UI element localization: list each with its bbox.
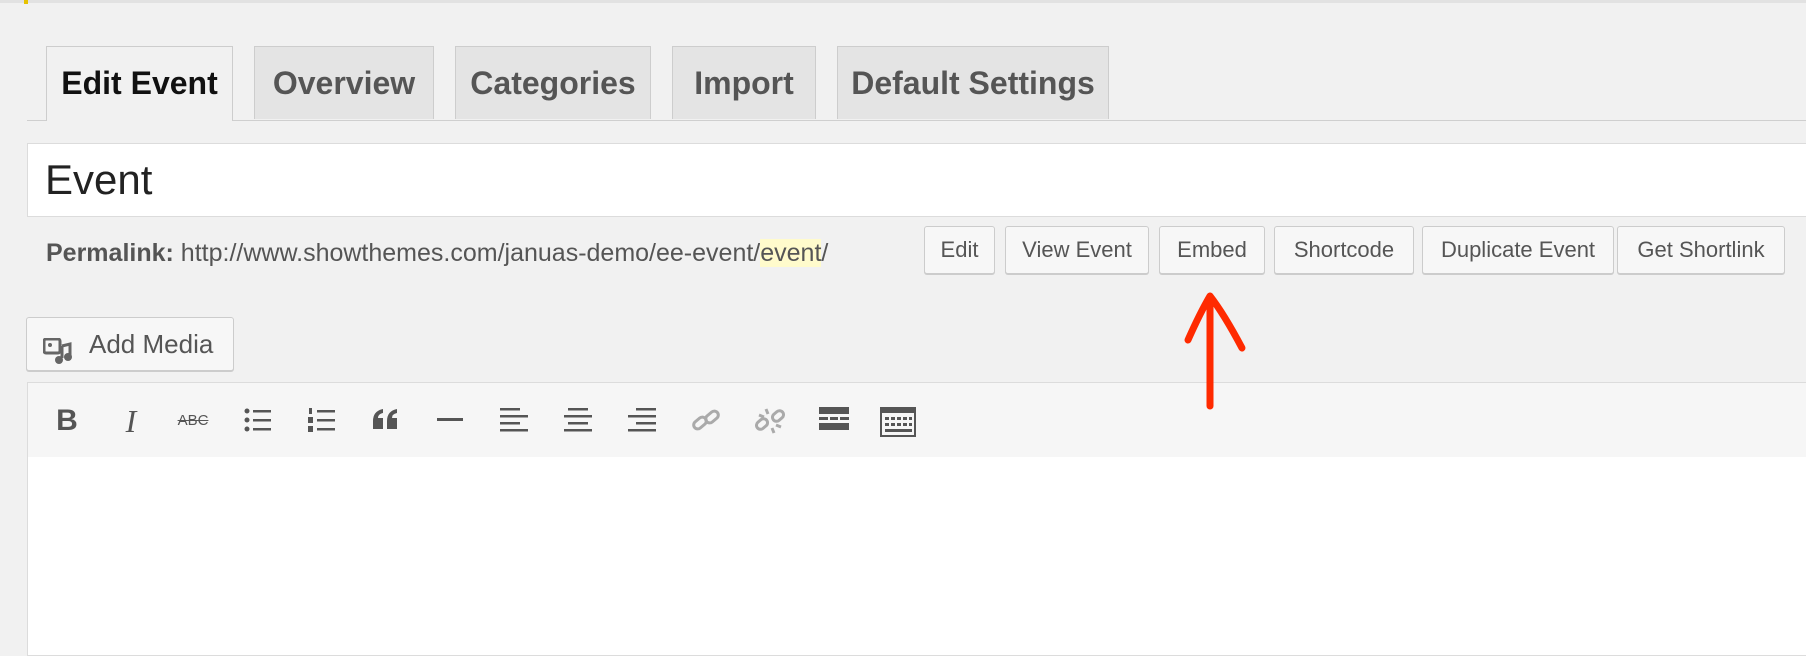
italic-icon[interactable]: I: [111, 401, 151, 441]
get-shortlink-button[interactable]: Get Shortlink: [1617, 226, 1785, 274]
toolbar-toggle-icon[interactable]: [878, 401, 918, 441]
unlink-icon[interactable]: [750, 401, 790, 441]
embed-button[interactable]: Embed: [1159, 226, 1265, 274]
editor-content-area[interactable]: [27, 457, 1806, 656]
tab-categories[interactable]: Categories: [455, 46, 651, 119]
align-right-icon[interactable]: [622, 401, 662, 441]
horizontal-rule-icon[interactable]: [430, 401, 470, 441]
align-left-icon[interactable]: [494, 401, 534, 441]
edit-permalink-button[interactable]: Edit: [924, 226, 995, 274]
tab-bar: Edit Event Overview Categories Import De…: [27, 46, 1806, 121]
red-arrow-icon: [1180, 288, 1250, 414]
permalink-url-suffix: /: [821, 239, 829, 267]
tab-default-settings[interactable]: Default Settings: [837, 46, 1109, 119]
duplicate-event-button[interactable]: Duplicate Event: [1422, 226, 1614, 274]
tab-edit-event[interactable]: Edit Event: [46, 46, 233, 121]
bullet-list-icon[interactable]: [238, 401, 278, 441]
notice-mark: [24, 0, 28, 4]
permalink-link[interactable]: http://www.showthemes.com/januas-demo/ee…: [180, 239, 829, 267]
permalink-label: Permalink:: [46, 239, 174, 267]
blockquote-icon[interactable]: [366, 401, 406, 441]
permalink-slug[interactable]: event: [760, 239, 822, 267]
add-media-button[interactable]: Add Media: [26, 317, 234, 371]
add-media-label: Add Media: [89, 329, 214, 359]
align-center-icon[interactable]: [558, 401, 598, 441]
top-border: [0, 0, 1806, 4]
editor-toolbar: B I ABC: [27, 382, 1806, 458]
permalink-url-prefix: http://www.showthemes.com/januas-demo/ee…: [180, 239, 761, 267]
link-icon[interactable]: [686, 401, 726, 441]
read-more-icon[interactable]: [814, 401, 854, 441]
view-event-button[interactable]: View Event: [1005, 226, 1149, 274]
tab-overview[interactable]: Overview: [254, 46, 434, 119]
numbered-list-icon[interactable]: [302, 401, 342, 441]
tab-import[interactable]: Import: [672, 46, 816, 119]
title-input[interactable]: Event: [27, 143, 1806, 217]
permalink-row: Permalink: http://www.showthemes.com/jan…: [46, 230, 828, 276]
bold-icon[interactable]: B: [47, 401, 87, 441]
strikethrough-icon[interactable]: ABC: [173, 401, 213, 441]
add-media-icon: [42, 331, 73, 364]
shortcode-button[interactable]: Shortcode: [1274, 226, 1414, 274]
tab-baseline: [27, 120, 1806, 121]
